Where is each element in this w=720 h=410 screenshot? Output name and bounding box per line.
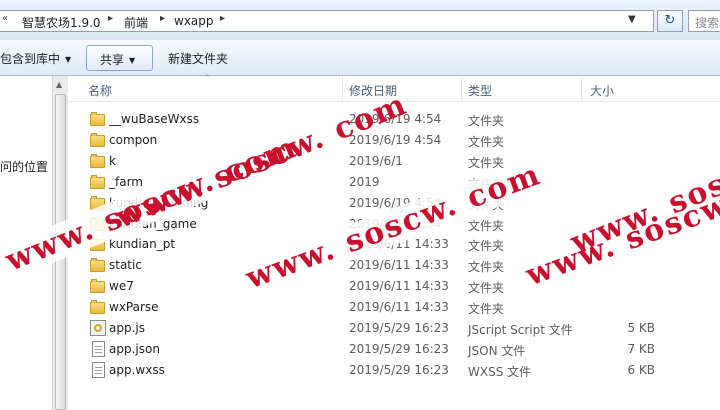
file-modified-date: 2019/5/29 16:23 xyxy=(349,362,449,377)
share-label: 共享 xyxy=(100,53,125,67)
chevron-down-icon: ▼ xyxy=(129,56,136,65)
breadcrumb-item[interactable]: wxapp xyxy=(174,14,214,28)
file-row[interactable]: k 2019/6/1 文件夹 xyxy=(68,151,720,172)
file-size: 7 KB xyxy=(627,341,655,356)
include-in-library-label: 包含到库中 xyxy=(0,52,61,66)
breadcrumb-item[interactable]: 前端 xyxy=(124,14,148,31)
address-bar[interactable]: « 智慧农场1.9.0 ▸ 前端 ▸ wxapp ▸ ▼ xyxy=(0,10,654,32)
file-row[interactable]: app.js 2019/5/29 16:23 JScript Script 文件 5 … xyxy=(68,318,720,339)
folder-icon xyxy=(90,153,106,169)
folder-icon xyxy=(90,299,106,315)
file-modified-date: 2019/6/1 xyxy=(349,153,403,168)
column-header-name[interactable]: 名称 xyxy=(88,82,112,99)
search-input[interactable]: 搜索 xyxy=(688,10,720,32)
file-type: 文件夹 xyxy=(468,260,505,275)
folder-icon xyxy=(90,174,106,190)
breadcrumb-separator-icon[interactable]: ▸ xyxy=(160,13,165,24)
file-type: 文件夹 xyxy=(468,114,505,128)
share-button[interactable]: 共享 ▼ xyxy=(86,45,153,71)
folder-icon xyxy=(90,132,106,148)
breadcrumb-item[interactable]: 智慧农场1.9.0 xyxy=(22,14,101,31)
file-modified-date: 2019/5/29 16:23 xyxy=(349,321,449,335)
file-name: app.wxss xyxy=(109,362,165,377)
file-size: 6 KB xyxy=(627,362,655,377)
column-header-size[interactable]: 大小 xyxy=(590,82,614,99)
document-icon xyxy=(92,340,105,357)
command-bar: 包含到库中 ▼ 共享 ▼ 新建文件夹 xyxy=(0,40,720,76)
chevron-down-icon: ▼ xyxy=(65,55,72,64)
file-name: kundian_pt xyxy=(109,237,176,252)
file-type: 文件夹 xyxy=(468,239,505,254)
column-divider[interactable] xyxy=(461,76,462,102)
file-modified-date: 2019/6/11 14:33 xyxy=(349,258,449,273)
file-row[interactable]: app.json 2019/5/29 16:23 JSON 文件 7 KB xyxy=(68,339,720,360)
file-name: wxParse xyxy=(109,300,159,315)
file-type: 文件夹 xyxy=(468,155,505,170)
file-name: _farm xyxy=(109,174,143,189)
refresh-icon: ↻ xyxy=(664,13,676,28)
file-modified-date: 2019/5/29 16:23 xyxy=(349,341,449,356)
refresh-button[interactable]: ↻ xyxy=(657,10,683,32)
file-name: app.json xyxy=(109,341,160,356)
nav-item-label[interactable]: 问的位置 xyxy=(0,158,48,175)
file-row[interactable]: app.wxss 2019/5/29 16:23 WXSS 文件 6 KB xyxy=(68,360,720,381)
file-row[interactable]: wxParse 2019/6/11 14:33 文件夹 xyxy=(68,297,720,318)
file-modified-date: 2019/6/11 14:33 xyxy=(349,300,449,315)
file-name: we7 xyxy=(109,279,134,294)
folder-icon xyxy=(90,278,106,294)
file-type: WXSS 文件 xyxy=(468,364,532,379)
file-type: JSON 文件 xyxy=(468,343,526,358)
chevron-down-icon[interactable]: ▼ xyxy=(628,14,636,25)
file-row[interactable]: we7 2019/6/11 14:33 文件夹 xyxy=(68,276,720,297)
breadcrumb-separator-icon[interactable]: ▸ xyxy=(220,13,225,24)
scroll-up-icon[interactable]: ▲ xyxy=(56,80,62,89)
file-row[interactable]: compon 2019/6/19 4:54 文件夹 xyxy=(68,130,720,151)
file-modified-date: 2019/6/11 14:33 xyxy=(349,279,449,294)
chevron-left-icon[interactable]: « xyxy=(2,13,8,24)
column-divider[interactable] xyxy=(342,76,343,102)
column-header-type[interactable]: 类型 xyxy=(468,82,492,99)
sort-ascending-icon: ⌃ xyxy=(203,74,211,84)
file-type: 文件夹 xyxy=(468,218,505,233)
file-size: 5 KB xyxy=(627,321,655,335)
file-type: 文件夹 xyxy=(468,134,505,149)
file-type: JScript Script 文件 xyxy=(468,323,573,337)
folder-icon xyxy=(90,257,106,273)
include-in-library-button[interactable]: 包含到库中 ▼ xyxy=(0,50,71,67)
file-name: static xyxy=(109,258,142,273)
new-folder-button[interactable]: 新建文件夹 xyxy=(168,50,228,67)
breadcrumb-separator-icon[interactable]: ▸ xyxy=(108,13,113,24)
file-name: k xyxy=(109,153,116,168)
folder-icon xyxy=(90,111,106,127)
column-divider[interactable] xyxy=(581,76,582,102)
file-name: __wuBaseWxss xyxy=(109,112,200,126)
file-type: 文件夹 xyxy=(468,281,505,296)
file-modified-date: 2019 xyxy=(349,174,380,189)
document-icon xyxy=(92,361,105,378)
jscript-file-icon xyxy=(90,320,106,336)
file-name: app.js xyxy=(109,321,145,335)
file-type: 文件夹 xyxy=(468,302,505,317)
address-bar-area: « 智慧农场1.9.0 ▸ 前端 ▸ wxapp ▸ ▼ ↻ 搜索 xyxy=(0,0,720,40)
file-name: compon xyxy=(109,132,158,147)
